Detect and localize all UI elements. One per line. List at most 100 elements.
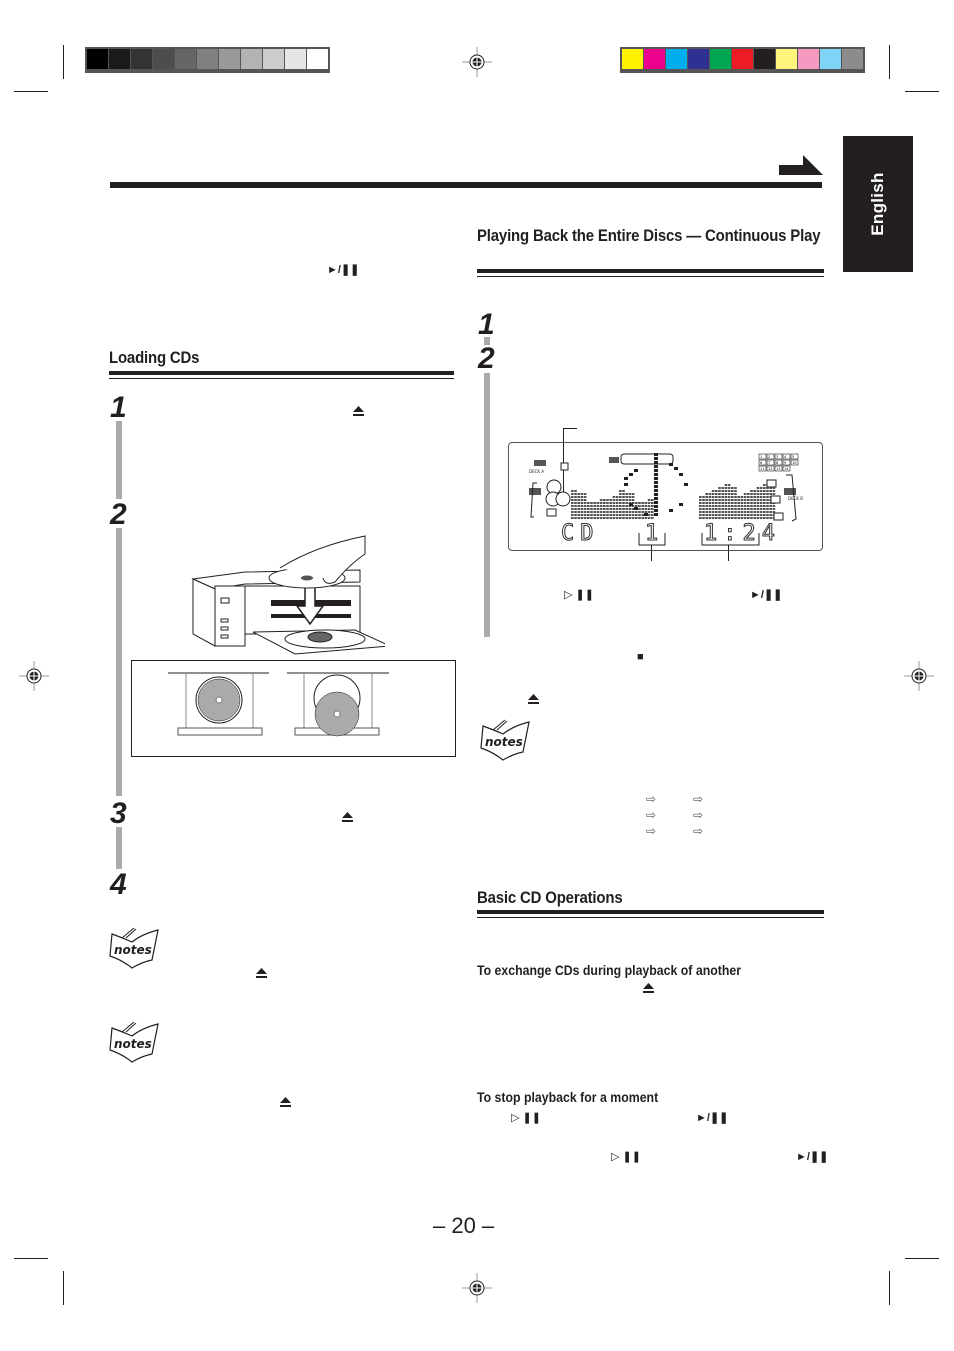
spectrum-segment [699, 502, 702, 504]
spectrum-segment [603, 502, 606, 504]
next-arrow-icon: ⇨ [693, 792, 704, 806]
spectrum-segment [641, 508, 644, 510]
spectrum-segment [772, 508, 776, 510]
spectrum-segment [769, 505, 772, 507]
spectrum-segment [622, 511, 625, 513]
spectrum-segment [612, 499, 616, 501]
spectrum-segment [759, 490, 763, 492]
crop-mark [14, 91, 48, 92]
section-rule [477, 910, 824, 914]
spectrum-segment [727, 493, 731, 495]
track-indicator-label: 8 [776, 461, 778, 465]
spectrum-segment [756, 499, 760, 501]
svg-text:notes: notes [114, 943, 152, 957]
spectrum-segment [737, 511, 740, 513]
spectrum-segment [756, 502, 760, 504]
color-swatch [109, 49, 130, 69]
spectrum-segment [571, 511, 574, 513]
spectrum-segment [750, 508, 753, 510]
spectrum-segment [750, 514, 753, 516]
spectrum-segment [590, 502, 593, 504]
spectrum-segment [647, 499, 651, 501]
stop-symbol: ■ [637, 651, 644, 663]
spectrum-segment [750, 496, 753, 498]
spectrum-segment [740, 517, 744, 519]
spectrum-segment [759, 517, 763, 519]
spectrum-segment [724, 496, 728, 498]
spectrum-segment [747, 496, 750, 498]
spectrum-segment [727, 484, 731, 486]
spectrum-segment [756, 508, 760, 510]
spectrum-segment [724, 499, 728, 501]
spectrum-segment [702, 511, 705, 513]
spectrum-segment [631, 499, 635, 501]
spectrum-segment [647, 514, 651, 516]
spectrum-segment [750, 517, 753, 519]
spectrum-segment [638, 514, 641, 516]
spectrum-segment [705, 502, 708, 504]
spectrum-segment [574, 502, 577, 504]
spectrum-segment [702, 499, 705, 501]
spectrum-segment [599, 502, 603, 504]
spectrum-segment [574, 505, 577, 507]
spectrum-segment [769, 517, 772, 519]
step-number: 3 [110, 797, 127, 830]
spectrum-segment [727, 499, 731, 501]
spectrum-segment [708, 493, 712, 495]
spectrum-segment [763, 517, 766, 519]
spectrum-segment [609, 502, 612, 504]
spectrum-segment [763, 496, 766, 498]
spectrum-segment [737, 502, 740, 504]
spectrum-segment [625, 496, 628, 498]
spectrum-segment [634, 507, 638, 510]
spectrum-segment [587, 514, 590, 516]
spectrum-segment [718, 499, 721, 501]
color-swatch [798, 49, 819, 69]
eject-icon [643, 983, 654, 993]
spectrum-segment [583, 499, 587, 501]
spectrum-segment [577, 508, 580, 510]
spectrum-segment [756, 487, 760, 489]
spectrum-segment [612, 508, 616, 510]
color-swatch [754, 49, 775, 69]
spectrum-segment [631, 517, 635, 519]
step-bar [116, 421, 122, 499]
spectrum-segment [635, 502, 638, 504]
spectrum-segment [766, 505, 769, 507]
spectrum-segment [743, 493, 747, 495]
spectrum-segment [715, 508, 718, 510]
spectrum-segment [724, 505, 728, 507]
spectrum-segment [743, 499, 747, 501]
spectrum-segment [590, 511, 593, 513]
spectrum-segment [763, 493, 766, 495]
spectrum-segment [731, 499, 734, 501]
spectrum-segment [769, 493, 772, 495]
spectrum-segment [734, 514, 737, 516]
spectrum-segment [571, 490, 574, 492]
spectrum-segment [593, 511, 596, 513]
spectrum-segment [724, 487, 728, 489]
spectrum-segment [743, 505, 747, 507]
spectrum-segment [625, 517, 628, 519]
spectrum-segment [631, 496, 635, 498]
spectrum-segment [619, 505, 622, 507]
play-pause-button-symbol: ►/❚❚ [750, 589, 783, 601]
spectrum-segment [711, 511, 715, 513]
spectrum-segment [647, 502, 651, 504]
color-swatch [307, 49, 328, 69]
spectrum-segment [740, 514, 744, 516]
spectrum-segment [577, 493, 580, 495]
spectrum-segment [571, 517, 574, 519]
spectrum-segment [651, 505, 654, 507]
spectrum-segment [708, 502, 712, 504]
svg-text:notes: notes [485, 735, 523, 749]
spectrum-segment [599, 514, 603, 516]
spectrum-segment [674, 467, 678, 470]
eject-icon [353, 406, 364, 416]
spectrum-segment [753, 505, 756, 507]
color-swatch [842, 49, 863, 69]
spectrum-segment [583, 511, 587, 513]
eject-icon [342, 812, 353, 822]
spectrum-segment [715, 496, 718, 498]
spectrum-segment [612, 511, 616, 513]
